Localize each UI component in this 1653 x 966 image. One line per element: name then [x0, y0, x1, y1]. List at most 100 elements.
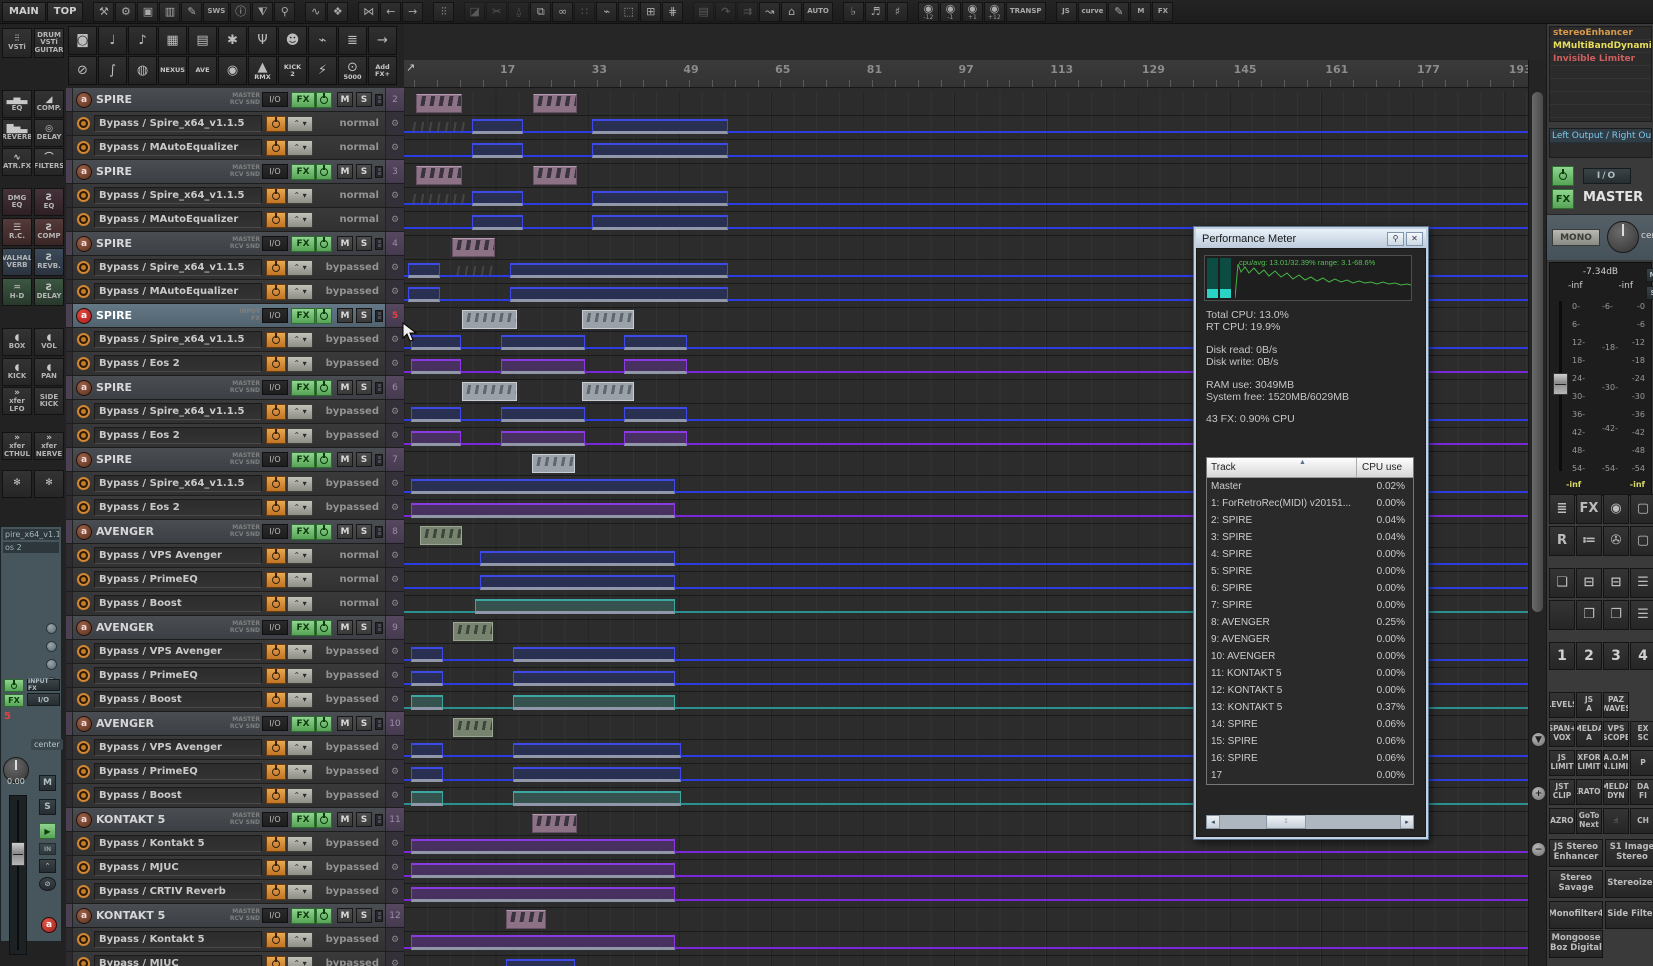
master-fx-slot[interactable]: Invisible Limiter [1550, 53, 1651, 66]
media-item[interactable] [513, 695, 675, 710]
master-fx-slot-empty[interactable] [1550, 79, 1651, 92]
fx-shortcut-wide-3-0[interactable]: Mongoose Boz Digital [1549, 930, 1603, 958]
media-item[interactable] [475, 599, 675, 614]
fx-lane-name[interactable]: Bypass / MAutoEqualizer [94, 211, 262, 228]
perf-table-header[interactable]: Track CPU use ▲ [1207, 458, 1413, 478]
fx-power-button[interactable] [316, 92, 332, 108]
sidebar-fx-button-11-0[interactable]: ✻ [2, 470, 32, 498]
record-arm-indicator[interactable] [375, 238, 383, 250]
bars-icon[interactable]: ⋕ [662, 2, 683, 22]
media-item[interactable] [506, 959, 575, 966]
metronome-icon[interactable]: ▥ [159, 2, 180, 22]
arrange-lane-1[interactable] [404, 116, 1528, 140]
perf-table-row[interactable]: Master0.02% [1207, 478, 1413, 495]
midi-plus12-button[interactable]: ◉+12 [984, 2, 1005, 22]
record-arm-indicator[interactable] [375, 718, 383, 730]
media-item[interactable] [533, 166, 577, 185]
media-item[interactable] [416, 166, 462, 185]
tcp-fx-lane[interactable]: Bypass / Eos 2⌃ ▾bypassed⚙ [66, 352, 404, 376]
preset-4-button[interactable]: 4 [1630, 642, 1653, 670]
zoom-out-button[interactable]: − [1531, 842, 1546, 857]
media-item[interactable] [411, 887, 675, 902]
fx-power-button[interactable] [316, 812, 332, 828]
io-button[interactable]: I/O [262, 380, 288, 395]
preset-2-button[interactable]: 2 [1576, 642, 1602, 670]
levels-icon[interactable]: ≔ [1576, 526, 1602, 556]
media-item[interactable] [624, 407, 687, 422]
folder-open-icon-1[interactable]: ❐ [1576, 600, 1602, 630]
master-fx-slot[interactable]: stereoEnhancer [1550, 27, 1651, 40]
mute-button[interactable]: M [337, 308, 353, 323]
lock-icon[interactable]: ⌂ [781, 2, 802, 22]
solo-button[interactable]: S [356, 380, 372, 395]
drums-icon[interactable]: ◙ [68, 26, 97, 55]
master-output-route[interactable]: Left Output / Right Outp [1550, 129, 1651, 143]
fx-lane-power-button[interactable] [266, 332, 286, 348]
solo-button[interactable]: S [356, 812, 372, 827]
automation-badge[interactable]: a [76, 452, 92, 468]
fx-lane-power-button[interactable] [266, 788, 286, 804]
vertical-scrollbar[interactable]: ▼ + − [1528, 60, 1546, 966]
fx-power-button[interactable] [316, 524, 332, 540]
master-output-list[interactable]: Left Output / Right Outp [1549, 128, 1652, 158]
fx-bypass-badge[interactable] [77, 549, 90, 562]
fx-bypass-badge[interactable] [77, 573, 90, 586]
wrench-icon[interactable]: ⚙ [385, 280, 404, 303]
strip-inputfx-button[interactable]: INPUT FX [27, 679, 60, 691]
automation-badge[interactable]: a [76, 908, 92, 924]
mute-button[interactable]: M [337, 812, 353, 827]
solo-button[interactable]: S [356, 452, 372, 467]
media-item[interactable] [411, 647, 443, 662]
master-side-button-M[interactable]: M [1646, 268, 1653, 282]
fx-lane-name[interactable]: Bypass / Spire_x64_v1.1.5 [94, 115, 262, 132]
fx-lane-envelope-button[interactable]: ⌃ ▾ [287, 332, 313, 348]
scissors-icon[interactable]: ✂ [486, 2, 507, 22]
media-item[interactable] [513, 671, 675, 686]
sidebar-fx-button-2-0[interactable]: ∿ATR.FX [2, 148, 32, 176]
automation-badge[interactable]: a [76, 620, 92, 636]
strip-solo-button[interactable]: S [39, 799, 56, 815]
io-button[interactable]: I/O [262, 908, 288, 923]
fx-lane-envelope-button[interactable]: ⌃ ▾ [287, 428, 313, 444]
fx-shortcut-3-2[interactable]: MELDA DYN [1603, 779, 1629, 805]
tcp-fx-lane[interactable]: Bypass / CRTIV Reverb⌃ ▾bypassed⚙ [66, 880, 404, 904]
perf-table-row[interactable]: 7: SPIRE0.00% [1207, 597, 1413, 614]
add-fx-button[interactable]: Add FX+ [368, 56, 397, 85]
sends-icon[interactable]: ≣ [338, 26, 367, 55]
strip-plugin-1[interactable]: pire_x64_v1.1 [3, 529, 59, 540]
perf-table-row[interactable]: 170.00% [1207, 767, 1413, 784]
media-item[interactable] [506, 910, 546, 929]
js-button[interactable]: JS [1056, 2, 1077, 22]
fx-bypass-badge[interactable] [77, 837, 90, 850]
io-button[interactable]: I/O [262, 92, 288, 107]
midi-minus12-button[interactable]: ◉-12 [918, 2, 939, 22]
perf-table-row[interactable]: 9: AVENGER0.00% [1207, 631, 1413, 648]
fx-lane-name[interactable]: Bypass / Spire_x64_v1.1.5 [94, 187, 262, 204]
solo-button[interactable]: S [356, 908, 372, 923]
fx-lane-power-button[interactable] [266, 764, 286, 780]
strip-monitor-button[interactable]: ▶ [39, 823, 56, 839]
arrange-lane-2[interactable] [404, 140, 1528, 164]
media-item[interactable] [501, 431, 585, 446]
list-icon-1[interactable]: ☰ [1630, 568, 1653, 598]
media-item[interactable] [411, 359, 461, 374]
fx-lane-envelope-button[interactable]: ⌃ ▾ [287, 500, 313, 516]
fx-bypass-badge[interactable] [77, 333, 90, 346]
perf-col-track[interactable]: Track [1207, 458, 1357, 477]
wrench-icon[interactable]: ⚙ [385, 544, 404, 567]
wrench-icon[interactable]: ⚙ [385, 952, 404, 966]
tcp-track-3[interactable]: aSPIREMASTER RCV SNDI/OFXMS3 [66, 160, 404, 184]
mute-button[interactable]: M [337, 452, 353, 467]
media-item[interactable] [532, 454, 575, 473]
route-icon[interactable]: ↷ [715, 2, 736, 22]
perf-table-row[interactable]: 10: AVENGER0.00% [1207, 648, 1413, 665]
media-item[interactable] [411, 863, 675, 878]
perf-table-row[interactable]: 8: AVENGER0.25% [1207, 614, 1413, 631]
fx-button[interactable]: FX [291, 620, 315, 636]
media-item[interactable] [411, 791, 443, 806]
media-item[interactable] [480, 575, 675, 590]
fx-lane-name[interactable]: Bypass / Eos 2 [94, 499, 262, 516]
performance-meter-titlebar[interactable]: Performance Meter ⚲ ✕ [1196, 229, 1426, 248]
media-item[interactable] [513, 743, 681, 758]
move-items-icon[interactable]: ⇉ [737, 2, 758, 22]
